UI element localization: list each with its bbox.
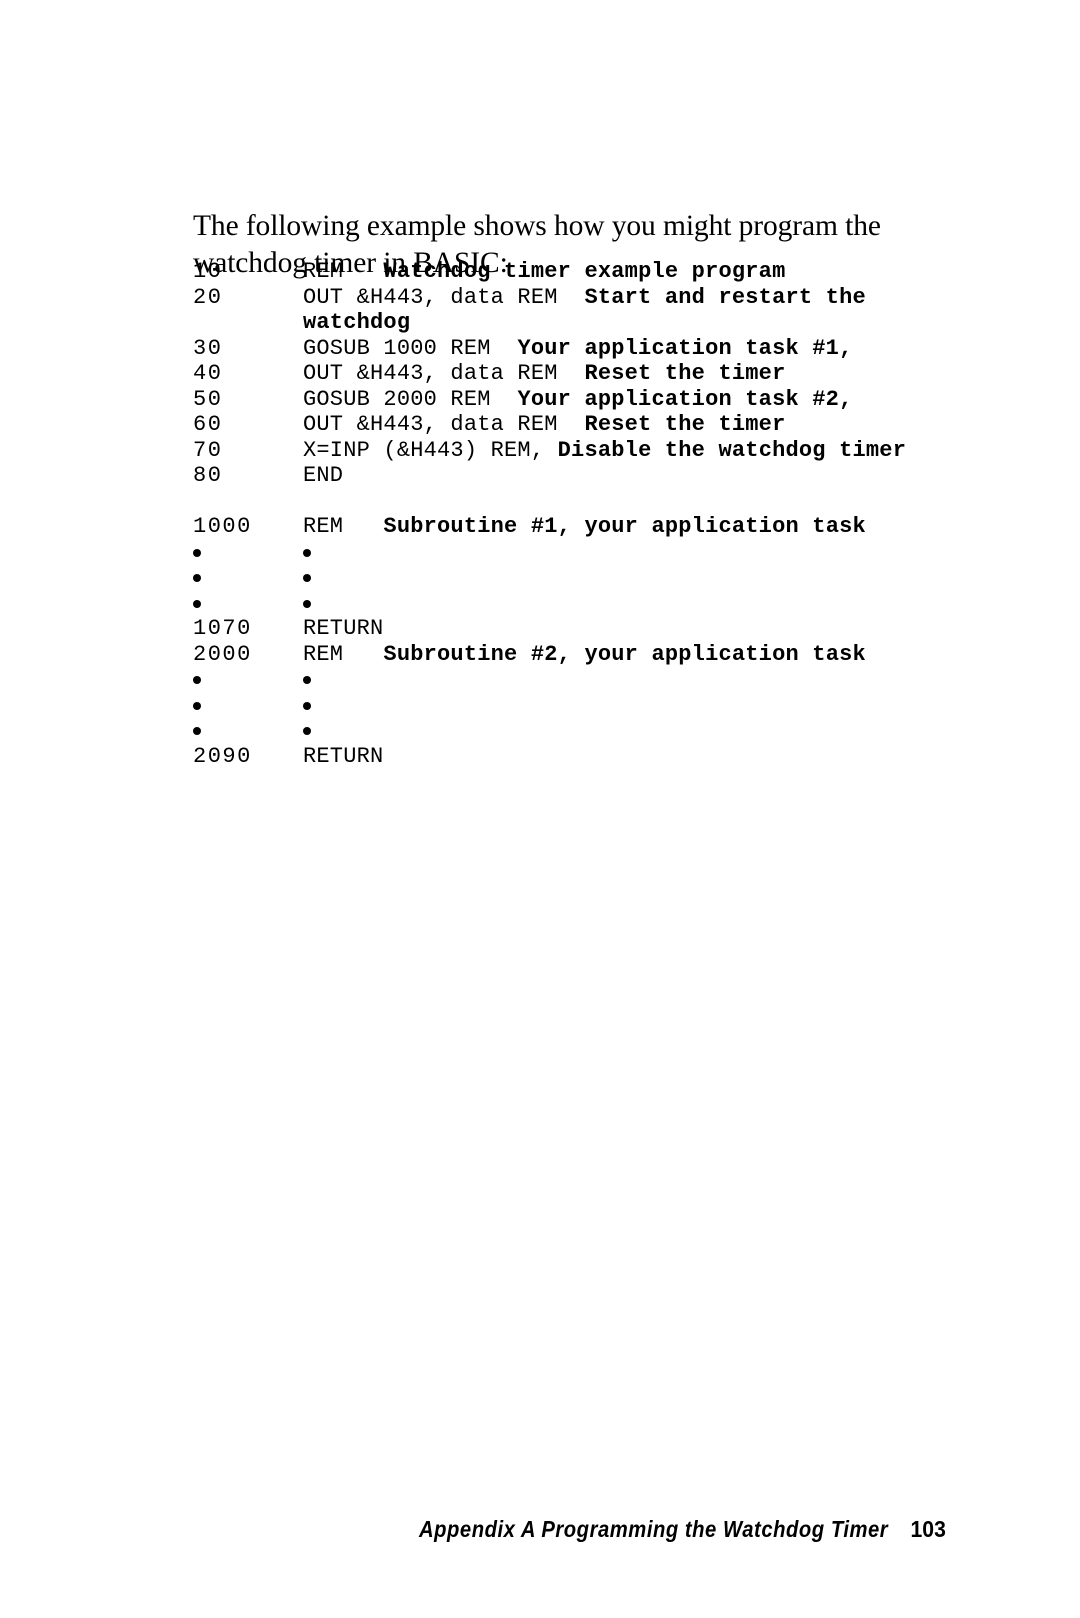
- code-line-number: 30: [193, 335, 223, 361]
- code-line-number: 2000: [193, 641, 252, 667]
- code-line: 2000 REM Subroutine #2, your application …: [193, 642, 983, 668]
- code-line-number: 20: [193, 284, 223, 310]
- code-line-number: 60: [193, 412, 223, 437]
- code-line: watchdog: [193, 310, 983, 336]
- code-comment: Watchdog timer example program: [383, 259, 786, 284]
- code-line-number: 2090: [193, 743, 252, 769]
- bullet-dot-icon: [193, 701, 201, 710]
- code-comment: Reset the timer: [584, 361, 786, 386]
- bullet-dot-icon: [193, 727, 201, 736]
- code-statement: X=INP (&H443) REM,: [303, 437, 558, 463]
- code-column: [303, 693, 983, 719]
- bullet-dot-icon: [193, 548, 201, 557]
- document-page: The following example shows how you migh…: [0, 0, 1080, 1618]
- code-column: [303, 540, 983, 566]
- code-line-text: OUT &H443, data REM Reset the timer: [303, 412, 983, 438]
- bullet-dot-icon: [303, 548, 311, 557]
- code-line: 10 REM Watchdog timer example program: [193, 259, 983, 285]
- code-line: 1000 REM Subroutine #1, your application …: [193, 514, 983, 540]
- footer-page-number: 103: [910, 1516, 946, 1542]
- code-statement: OUT &H443, data REM: [303, 412, 585, 437]
- code-column: [303, 667, 983, 693]
- code-line-text: X=INP (&H443) REM, Disable the watchdog …: [303, 438, 983, 464]
- code-statement: RETURN: [303, 616, 384, 641]
- line-number-column: [193, 540, 303, 566]
- bullet-dot-icon: [303, 599, 311, 608]
- code-line-number: 40: [193, 361, 223, 386]
- code-line: 50 GOSUB 2000 REM Your application task #…: [193, 387, 983, 413]
- code-line: 40 OUT &H443, data REM Reset the timer: [193, 361, 983, 387]
- code-line-text: REM Subroutine #1, your application task: [303, 514, 983, 540]
- code-line: 20 OUT &H443, data REM Start and restart …: [193, 285, 983, 311]
- footer-appendix-label: Appendix A Programming the Watchdog Time…: [419, 1516, 889, 1542]
- code-line-text: END: [303, 463, 983, 489]
- code-line: 30 GOSUB 1000 REM Your application task #…: [193, 336, 983, 362]
- code-statement: REM: [303, 514, 384, 539]
- line-number-column: [193, 693, 303, 719]
- code-ellipsis-row: [193, 565, 983, 591]
- code-column: [303, 591, 983, 617]
- code-line-text: REM Subroutine #2, your application task: [303, 642, 983, 668]
- code-comment: watchdog: [303, 310, 411, 335]
- code-comment: Subroutine #2, your application task: [383, 641, 866, 667]
- code-statement: GOSUB 1000 REM: [303, 335, 518, 361]
- page-footer: Appendix A Programming the Watchdog Time…: [0, 1516, 1080, 1543]
- code-column: [303, 565, 983, 591]
- code-statement: REM: [303, 259, 384, 284]
- code-statement: REM: [303, 641, 384, 667]
- code-line: 70 X=INP (&H443) REM, Disable the watchdo…: [193, 438, 983, 464]
- code-line-number: 80: [193, 463, 223, 488]
- code-comment: Reset the timer: [584, 412, 786, 437]
- code-line-text: RETURN: [303, 744, 983, 770]
- code-line: 60 OUT &H443, data REM Reset the timer: [193, 412, 983, 438]
- code-ellipsis-row: [193, 540, 983, 566]
- code-line-text: OUT &H443, data REM Start and restart th…: [303, 285, 983, 311]
- line-number-column: [193, 565, 303, 591]
- code-comment: Your application task #1,: [517, 335, 853, 361]
- bullet-dot-icon: [303, 701, 311, 710]
- line-number-column: [193, 667, 303, 693]
- code-line-number: 1070: [193, 616, 252, 641]
- bullet-dot-icon: [193, 676, 201, 685]
- code-comment: Your application task #2,: [517, 386, 853, 412]
- code-statement: OUT &H443, data REM: [303, 361, 585, 386]
- code-line: 1070 RETURN: [193, 616, 983, 642]
- bullet-dot-icon: [193, 574, 201, 583]
- code-line: 80 END: [193, 463, 983, 489]
- code-line-number: 70: [193, 437, 223, 463]
- bullet-dot-icon: [303, 676, 311, 685]
- code-statement: RETURN: [303, 743, 384, 769]
- line-number-column: [193, 591, 303, 617]
- code-comment: Subroutine #1, your application task: [383, 514, 866, 539]
- code-line-text: REM Watchdog timer example program: [303, 259, 983, 285]
- bullet-dot-icon: [303, 574, 311, 583]
- code-ellipsis-row: [193, 591, 983, 617]
- line-number-column: [193, 718, 303, 744]
- bullet-dot-icon: [303, 727, 311, 736]
- code-comment: Start and restart the: [584, 284, 866, 310]
- code-line-text: OUT &H443, data REM Reset the timer: [303, 361, 983, 387]
- code-line: 2090 RETURN: [193, 744, 983, 770]
- code-line-text: GOSUB 2000 REM Your application task #2,: [303, 387, 983, 413]
- code-line-text: GOSUB 1000 REM Your application task #1,: [303, 336, 983, 362]
- code-column: [303, 718, 983, 744]
- code-line-number: 50: [193, 386, 223, 412]
- code-ellipsis-row: [193, 693, 983, 719]
- basic-code-listing: 10 REM Watchdog timer example program 20 OU…: [193, 259, 983, 769]
- bullet-dot-icon: [193, 599, 201, 608]
- code-line-number: 10: [193, 259, 223, 284]
- code-line-number: 1000: [193, 514, 252, 539]
- code-line-text: RETURN: [303, 616, 983, 642]
- code-statement: OUT &H443, data REM: [303, 284, 585, 310]
- code-ellipsis-row: [193, 718, 983, 744]
- code-comment: Disable the watchdog timer: [557, 437, 907, 463]
- code-statement: GOSUB 2000 REM: [303, 386, 518, 412]
- code-line-text: watchdog: [303, 310, 983, 336]
- code-statement: END: [303, 463, 344, 488]
- code-ellipsis-row: [193, 667, 983, 693]
